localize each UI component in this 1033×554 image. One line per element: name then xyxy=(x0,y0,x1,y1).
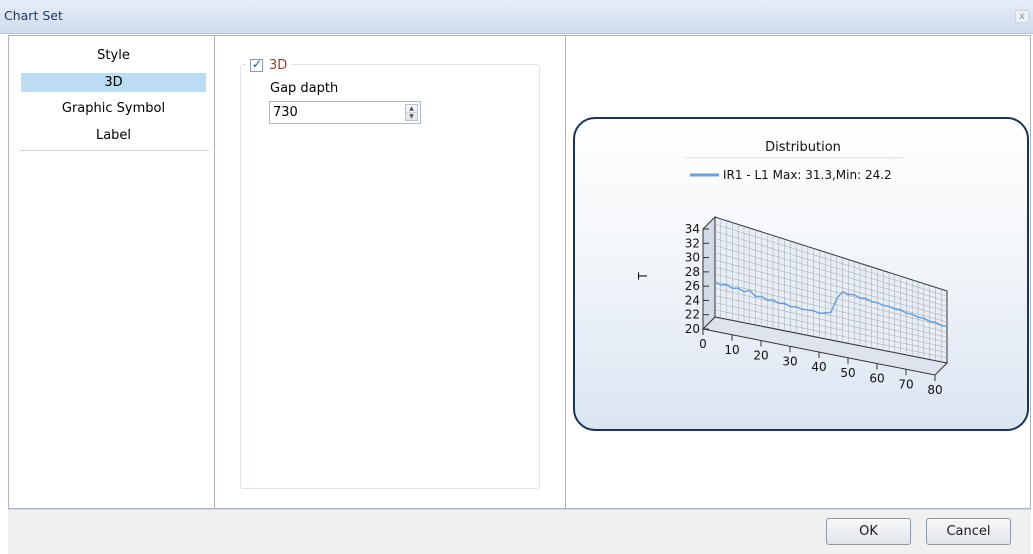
gap-depth-label: Gap dapth xyxy=(270,81,339,96)
nav-item-3d[interactable]: 3D xyxy=(21,73,206,92)
spin-down-arrow-icon[interactable]: ▼ xyxy=(406,113,417,121)
nav-item-graphic-symbol[interactable]: Graphic Symbol xyxy=(21,99,206,118)
chart-preview-pane: Distribution IR1 - L1 Max: 31.3,Min: 24.… xyxy=(567,36,1030,508)
x-tick-label: 10 xyxy=(724,343,739,357)
y-tick-label: 20 xyxy=(685,322,700,336)
y-tick-label: 24 xyxy=(685,293,700,307)
y-tick-label: 32 xyxy=(685,236,700,250)
x-tick-label: 50 xyxy=(840,366,855,380)
x-tick-label: 80 xyxy=(927,383,942,397)
y-tick-label: 34 xyxy=(685,222,700,236)
spin-up-arrow-icon[interactable]: ▲ xyxy=(406,105,417,113)
gap-depth-spinner[interactable]: 730 ▲ ▼ xyxy=(269,101,421,124)
y-tick-label: 28 xyxy=(685,265,700,279)
nav-item-label[interactable]: Label xyxy=(21,126,206,145)
spinner-buttons: ▲ ▼ xyxy=(405,104,418,121)
dialog-footer: OK Cancel xyxy=(8,509,1031,554)
chart-preview: Distribution IR1 - L1 Max: 31.3,Min: 24.… xyxy=(573,117,1029,431)
x-tick-label: 70 xyxy=(898,377,913,391)
gap-depth-value[interactable]: 730 xyxy=(273,105,298,120)
settings-nav: Style 3D Graphic Symbol Label xyxy=(9,36,215,508)
settings-panel: 3D Gap dapth 730 ▲ ▼ xyxy=(216,36,566,508)
3d-groupbox-header: 3D xyxy=(246,56,292,74)
chart-canvas: Distribution IR1 - L1 Max: 31.3,Min: 24.… xyxy=(636,140,949,397)
y-tick-label: 22 xyxy=(685,308,700,322)
close-button[interactable]: x xyxy=(1015,10,1029,23)
y-axis-label: T xyxy=(636,272,650,281)
y-tick-label: 30 xyxy=(685,251,700,265)
cancel-button[interactable]: Cancel xyxy=(926,518,1011,545)
window-title: Chart Set xyxy=(4,8,63,23)
chart-side-wall xyxy=(702,215,716,331)
legend-label: IR1 - L1 Max: 31.3,Min: 24.2 xyxy=(723,168,892,182)
y-tick-label: 26 xyxy=(685,279,700,293)
chart-title: Distribution xyxy=(765,140,841,155)
nav-divider xyxy=(19,150,209,151)
enable-3d-checkbox[interactable] xyxy=(250,57,263,72)
3d-groupbox xyxy=(240,64,540,489)
enable-3d-label: 3D xyxy=(269,57,288,73)
ok-button[interactable]: OK xyxy=(826,518,911,545)
plot-area: 20222426283032340 10 20 30 40 50 60 70 80 xyxy=(685,215,949,397)
dialog-content: Style 3D Graphic Symbol Label 3D Gap dap… xyxy=(8,35,1031,509)
x-tick-label: 0 xyxy=(699,337,707,351)
nav-item-style[interactable]: Style xyxy=(21,46,206,65)
x-tick-label: 60 xyxy=(869,372,884,386)
x-tick-label: 20 xyxy=(753,349,768,363)
x-tick-label: 30 xyxy=(782,354,797,368)
title-bar: Chart Set x xyxy=(0,0,1033,34)
x-tick-label: 40 xyxy=(811,360,826,374)
